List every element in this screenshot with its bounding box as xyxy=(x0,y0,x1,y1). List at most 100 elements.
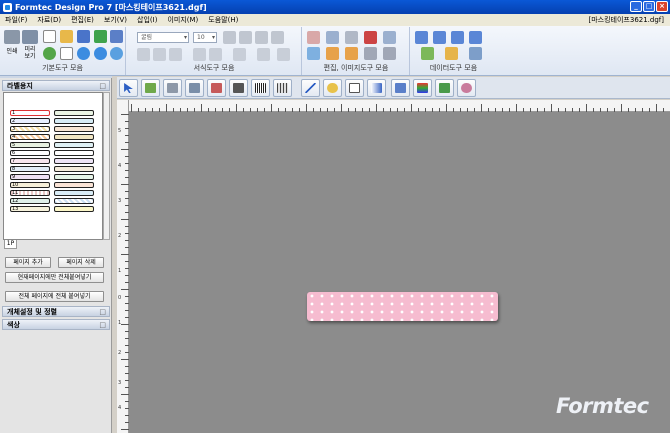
undo-icon[interactable] xyxy=(326,47,339,60)
picture-tool-button[interactable] xyxy=(435,79,454,97)
line-tool-button[interactable] xyxy=(301,79,320,97)
scissors-icon[interactable] xyxy=(345,31,358,44)
text-tool-button[interactable] xyxy=(141,79,160,97)
label-row-8b[interactable] xyxy=(54,166,94,172)
delete-page-button[interactable]: 페이지 삭제 xyxy=(58,257,104,268)
label-row-11[interactable]: 11 xyxy=(10,190,50,196)
strike-icon[interactable] xyxy=(271,31,284,44)
label-row-1[interactable]: 1 xyxy=(10,110,50,116)
menu-edit[interactable]: 편집(E) xyxy=(66,15,99,25)
label-row-1b[interactable] xyxy=(54,110,94,116)
prev-record-icon[interactable] xyxy=(433,31,446,44)
database-icon[interactable] xyxy=(421,47,434,60)
expand-icon[interactable]: □ xyxy=(99,320,106,331)
save-as-icon[interactable] xyxy=(110,30,123,43)
label-row-7[interactable]: 7 xyxy=(10,158,50,164)
label-row-4[interactable]: 4 xyxy=(10,134,50,140)
rectangle-tool-button[interactable] xyxy=(345,79,364,97)
menu-view[interactable]: 보기(V) xyxy=(99,15,132,25)
arrow-tool-button[interactable] xyxy=(391,79,410,97)
image-icon[interactable] xyxy=(307,31,320,44)
label-row-8[interactable]: 8 xyxy=(10,166,50,172)
next-record-icon[interactable] xyxy=(451,31,464,44)
save-icon[interactable] xyxy=(77,30,90,43)
ungroup-icon[interactable] xyxy=(383,47,396,60)
underline-icon[interactable] xyxy=(255,31,268,44)
open-icon[interactable] xyxy=(60,30,73,43)
align-left-icon[interactable] xyxy=(137,48,150,61)
add-page-button[interactable]: 페이지 추가 xyxy=(5,257,51,268)
menu-file[interactable]: 파일(F) xyxy=(0,15,32,25)
gradient-tool-button[interactable] xyxy=(367,79,386,97)
size-combo[interactable]: 10 xyxy=(193,32,217,43)
thumbnail-scrollbar[interactable] xyxy=(103,92,110,240)
label-row-13b[interactable] xyxy=(54,206,94,212)
copy-icon[interactable] xyxy=(326,31,339,44)
label-row-3[interactable]: 3 xyxy=(10,126,50,132)
table-tool-button[interactable] xyxy=(185,79,204,97)
label-row-9[interactable]: 9 xyxy=(10,174,50,180)
label-row-10b[interactable] xyxy=(54,182,94,188)
paste-current-page-button[interactable]: 현재페이지에만 전체붙여넣기 xyxy=(5,272,104,283)
text-direction-icon[interactable] xyxy=(277,48,290,61)
label-row-2[interactable]: 2 xyxy=(10,118,50,124)
select-tool-button[interactable] xyxy=(119,79,138,97)
blank-icon[interactable] xyxy=(60,47,73,60)
paragraph-tool-button[interactable] xyxy=(163,79,182,97)
label-row-6[interactable]: 6 xyxy=(10,150,50,156)
canvas[interactable] xyxy=(129,112,670,433)
label-row-3b[interactable] xyxy=(54,126,94,132)
disk-tool-button[interactable] xyxy=(457,79,476,97)
paste-icon[interactable] xyxy=(383,31,396,44)
image-edit-icon[interactable] xyxy=(307,47,320,60)
label-row-5b[interactable] xyxy=(54,142,94,148)
label-row-9b[interactable] xyxy=(54,174,94,180)
italic-icon[interactable] xyxy=(239,31,252,44)
label-row-12[interactable]: 12 xyxy=(10,198,50,204)
object-settings-header[interactable]: 개체설정 및 정렬 □ xyxy=(2,306,110,317)
label-paper-thumbnail[interactable]: 1 2 3 4 5 6 7 8 9 10 11 12 13 xyxy=(3,92,103,240)
stack-barcode-tool-button[interactable] xyxy=(273,79,292,97)
collapse-icon[interactable]: □ xyxy=(99,81,106,92)
menu-image[interactable]: 이미지(M) xyxy=(162,15,203,25)
align-top-icon[interactable] xyxy=(193,48,206,61)
barcode-tool-button[interactable] xyxy=(251,79,270,97)
align-bottom-icon[interactable] xyxy=(233,48,246,61)
align-middle-icon[interactable] xyxy=(209,48,222,61)
serial-icon[interactable] xyxy=(469,47,482,60)
label-row-4b[interactable] xyxy=(54,134,94,140)
zoom-out-icon[interactable] xyxy=(94,47,107,60)
align-right-icon[interactable] xyxy=(169,48,182,61)
label-row-10[interactable]: 10 xyxy=(10,182,50,188)
group-icon[interactable] xyxy=(364,47,377,60)
font-combo[interactable]: 굴림 xyxy=(137,32,189,43)
first-record-icon[interactable] xyxy=(415,31,428,44)
cut-icon[interactable] xyxy=(364,31,377,44)
menu-help[interactable]: 도움말(H) xyxy=(203,15,243,25)
last-record-icon[interactable] xyxy=(469,31,482,44)
zoom-fit-icon[interactable] xyxy=(110,47,123,60)
new-icon[interactable] xyxy=(43,30,56,43)
masking-tape-label[interactable] xyxy=(307,292,498,321)
label-row-7b[interactable] xyxy=(54,158,94,164)
shape-tool-button[interactable] xyxy=(323,79,342,97)
label-row-5[interactable]: 5 xyxy=(10,142,50,148)
preview-icon[interactable] xyxy=(22,30,38,44)
label-row-6b[interactable] xyxy=(54,150,94,156)
bold-icon[interactable] xyxy=(223,31,236,44)
refresh-icon[interactable] xyxy=(94,30,107,43)
close-button[interactable]: × xyxy=(656,1,668,12)
menu-data[interactable]: 자료(D) xyxy=(32,15,66,25)
label-row-2b[interactable] xyxy=(54,118,94,124)
redo-icon[interactable] xyxy=(345,47,358,60)
menu-insert[interactable]: 삽입(I) xyxy=(132,15,162,25)
label-row-13[interactable]: 13 xyxy=(10,206,50,212)
paste-all-pages-button[interactable]: 전체 페이지에 전체 붙여넣기 xyxy=(5,291,104,302)
maximize-button[interactable]: □ xyxy=(643,1,655,12)
spacing-icon[interactable] xyxy=(257,48,270,61)
qrcode-tool-button[interactable] xyxy=(229,79,248,97)
print-icon[interactable] xyxy=(4,30,20,44)
tools-button[interactable] xyxy=(207,79,226,97)
label-row-11b[interactable] xyxy=(54,190,94,196)
align-center-icon[interactable] xyxy=(153,48,166,61)
